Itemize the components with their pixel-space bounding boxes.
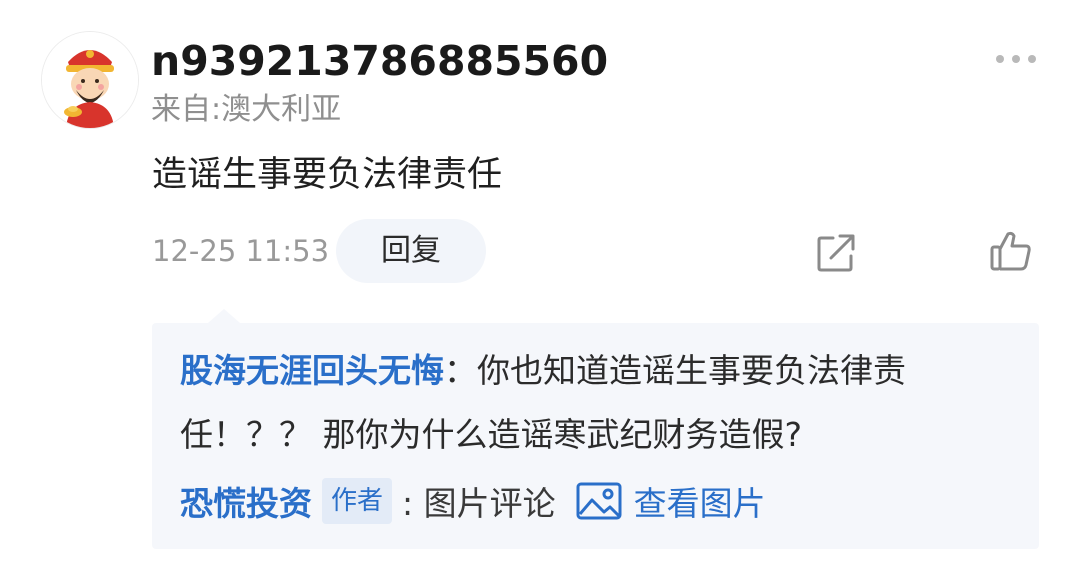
avatar[interactable] xyxy=(41,31,139,129)
reply-button[interactable]: 回复 xyxy=(336,219,486,283)
location-label: 来自:澳大利亚 xyxy=(151,92,342,127)
view-image-link[interactable]: 查看图片 xyxy=(634,477,766,525)
reply-text-line2: 任！？？ 那你为什么造谣寒武纪财务造假? xyxy=(180,415,803,454)
author-badge: 作者 xyxy=(322,478,393,524)
comment-text: 造谣生事要负法律责任 xyxy=(152,155,503,195)
reply-box-pointer xyxy=(208,309,240,323)
comment-timestamp: 12-25 11:53 xyxy=(152,234,330,268)
share-icon[interactable] xyxy=(815,232,857,274)
comment-type-label: : 图片评论 xyxy=(402,484,556,523)
reply-line-1: 股海无涯回头无悔：你也知道造谣生事要负法律责 xyxy=(180,346,906,396)
image-icon[interactable] xyxy=(576,482,622,520)
thumbs-up-icon[interactable] xyxy=(989,229,1033,273)
reply-author-link[interactable]: 股海无涯回头无悔 xyxy=(180,351,444,390)
more-dots-icon[interactable] xyxy=(994,52,1038,66)
reply-text-line1: 你也知道造谣生事要负法律责 xyxy=(477,351,906,390)
original-author-link[interactable]: 恐慌投资 xyxy=(180,477,312,525)
reply-separator: ： xyxy=(444,351,477,390)
reply-line-3: 恐慌投资 作者 : 图片评论 查看图片 xyxy=(180,476,766,526)
fortune-god-avatar-icon xyxy=(42,32,138,128)
username[interactable]: n939213786885560 xyxy=(151,36,608,86)
